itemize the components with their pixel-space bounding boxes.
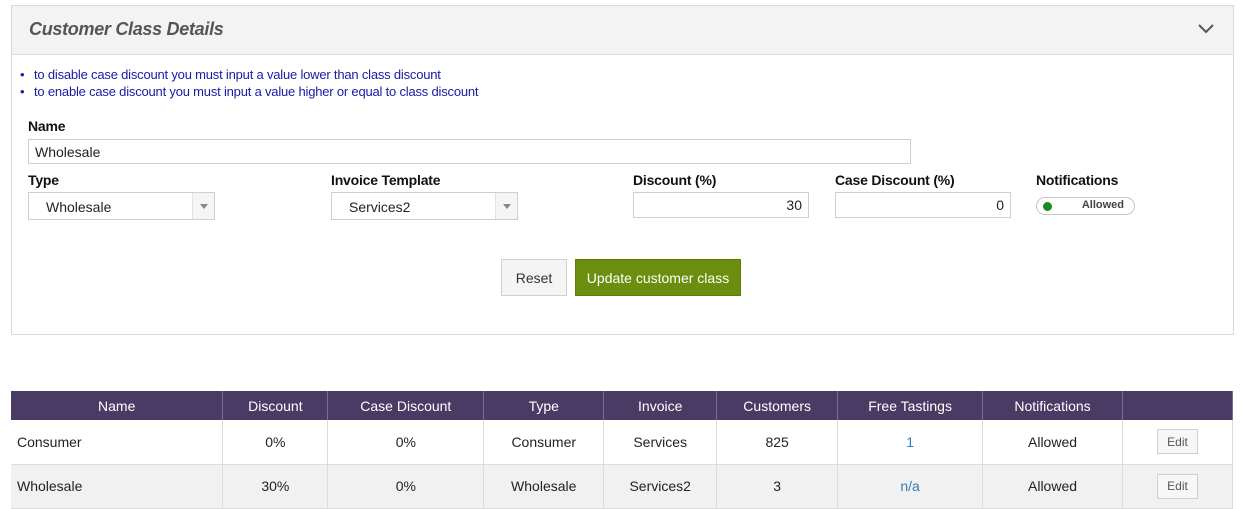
notifications-label: Notifications [1036, 172, 1119, 188]
instruction-notes: to disable case discount you must input … [20, 66, 479, 100]
table-row: Consumer 0% 0% Consumer Services 825 1 A… [11, 420, 1233, 465]
dropdown-arrow-icon[interactable] [192, 193, 214, 219]
type-label: Type [28, 172, 59, 188]
case-discount-input[interactable] [835, 192, 1011, 218]
cell-free-tastings: n/a [837, 464, 984, 509]
discount-input[interactable] [633, 192, 809, 218]
cell-customers: 3 [716, 464, 839, 509]
customer-classes-table: Name Discount Case Discount Type Invoice… [11, 391, 1233, 509]
column-header-case-discount[interactable]: Case Discount [327, 391, 485, 420]
edit-button[interactable]: Edit [1157, 429, 1198, 455]
notifications-toggle[interactable]: Allowed [1036, 197, 1135, 215]
note-item: to disable case discount you must input … [20, 66, 478, 83]
column-header-actions [1122, 391, 1233, 420]
cell-invoice: Services2 [603, 464, 718, 509]
chevron-down-icon[interactable] [1196, 18, 1216, 38]
panel-title: Customer Class Details [29, 19, 224, 39]
column-header-invoice[interactable]: Invoice [603, 391, 718, 420]
cell-action: Edit [1122, 420, 1233, 465]
panel-header[interactable]: Customer Class Details [12, 6, 1233, 55]
cell-invoice: Services [603, 420, 718, 465]
customer-class-details-panel: Customer Class Details to disable case d… [11, 5, 1234, 335]
cell-case-discount: 0% [327, 420, 485, 465]
cell-discount: 0% [222, 420, 329, 465]
status-dot-icon [1043, 202, 1052, 211]
cell-case-discount: 0% [327, 464, 485, 509]
notifications-toggle-text: Allowed [1081, 199, 1124, 211]
table-row: Wholesale 30% 0% Wholesale Services2 3 n… [11, 464, 1233, 509]
cell-notifications: Allowed [982, 420, 1123, 465]
case-discount-label: Case Discount (%) [835, 172, 955, 188]
free-tastings-link[interactable]: n/a [900, 478, 919, 494]
discount-label: Discount (%) [633, 172, 717, 188]
cell-type: Consumer [483, 420, 605, 465]
cell-free-tastings: 1 [837, 420, 984, 465]
cell-notifications: Allowed [982, 464, 1123, 509]
cell-name: Consumer [11, 420, 224, 465]
type-select[interactable]: Wholesale [28, 192, 215, 220]
reset-button[interactable]: Reset [501, 259, 567, 296]
cell-action: Edit [1122, 464, 1233, 509]
cell-name: Wholesale [11, 464, 224, 509]
column-header-customers[interactable]: Customers [716, 391, 839, 420]
name-input[interactable] [28, 139, 911, 164]
note-item: to enable case discount you must input a… [20, 83, 479, 100]
update-customer-class-button[interactable]: Update customer class [575, 259, 741, 296]
cell-discount: 30% [222, 464, 329, 509]
column-header-free-tastings[interactable]: Free Tastings [837, 391, 984, 420]
column-header-discount[interactable]: Discount [222, 391, 329, 420]
dropdown-arrow-icon[interactable] [495, 193, 517, 219]
invoice-template-select[interactable]: Services2 [331, 192, 518, 220]
cell-customers: 825 [716, 420, 839, 465]
name-label: Name [28, 118, 66, 134]
invoice-template-label: Invoice Template [331, 172, 441, 188]
column-header-name[interactable]: Name [11, 391, 224, 420]
table-header-row: Name Discount Case Discount Type Invoice… [11, 391, 1233, 420]
invoice-template-select-value: Services2 [349, 199, 411, 215]
column-header-type[interactable]: Type [483, 391, 605, 420]
column-header-notifications[interactable]: Notifications [982, 391, 1123, 420]
cell-type: Wholesale [483, 464, 605, 509]
edit-button[interactable]: Edit [1157, 473, 1198, 499]
free-tastings-link[interactable]: 1 [906, 434, 914, 450]
type-select-value: Wholesale [46, 199, 112, 215]
